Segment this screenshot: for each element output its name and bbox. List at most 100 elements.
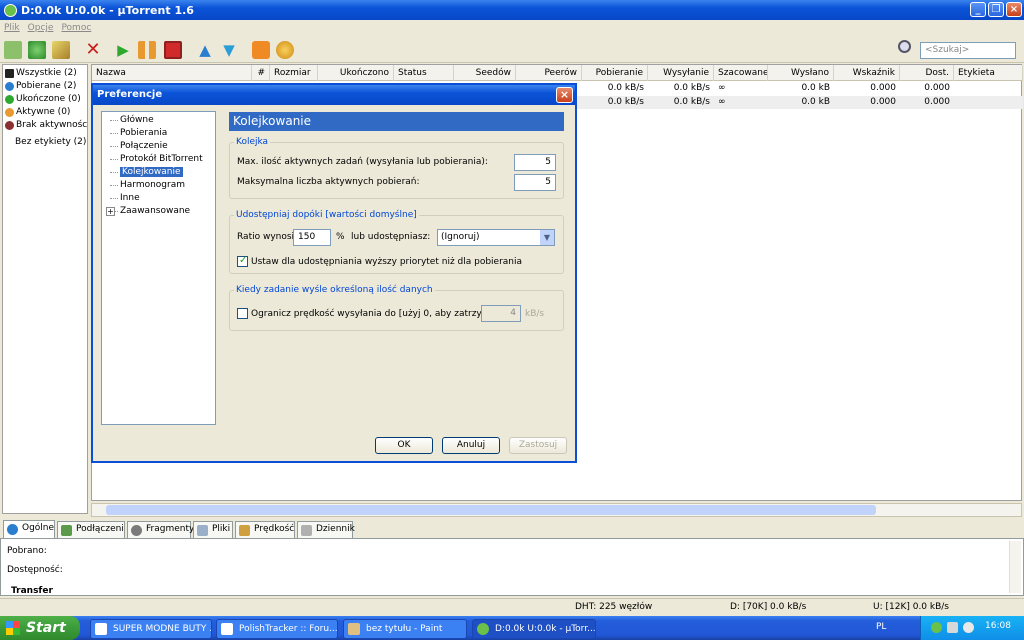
search-icon[interactable]: [898, 40, 911, 53]
tree-item-queueing[interactable]: Kolejkowanie: [102, 166, 215, 179]
tab-peers[interactable]: Podłączeni: [57, 521, 125, 538]
tab-pieces[interactable]: Fragmenty: [127, 521, 194, 538]
col-number[interactable]: #: [252, 65, 270, 81]
max-active-input[interactable]: 5: [514, 154, 556, 171]
add-torrent-icon[interactable]: [4, 41, 22, 59]
close-button[interactable]: ×: [1006, 2, 1022, 17]
col-status[interactable]: Status: [394, 65, 454, 81]
remove-icon[interactable]: ✕: [84, 41, 102, 59]
move-down-icon[interactable]: ▼: [220, 41, 238, 59]
tab-log[interactable]: Dziennik: [297, 521, 355, 538]
apply-button[interactable]: Zastosuj: [509, 437, 567, 454]
system-tray: 16:08: [920, 616, 1024, 640]
start-button[interactable]: Start: [0, 616, 80, 640]
sidebar-item-all[interactable]: Wszystkie (2): [3, 67, 87, 80]
start-icon[interactable]: ▶: [114, 41, 132, 59]
ratio-label: Ratio wynosi:: [237, 232, 298, 242]
menu-opcje[interactable]: Opcje: [28, 23, 54, 33]
inactive-icon: [5, 121, 14, 130]
add-url-icon[interactable]: [28, 41, 46, 59]
tree-item-downloads[interactable]: Pobierania: [102, 127, 215, 140]
col-name[interactable]: Nazwa: [92, 65, 252, 81]
max-downloads-label: Maksymalna liczba aktywnych pobierań:: [237, 177, 420, 187]
col-availability[interactable]: Dost.: [900, 65, 954, 81]
section-title: Kolejkowanie: [229, 112, 564, 131]
taskbar-item-paint[interactable]: bez tytułu - Paint: [343, 619, 467, 639]
menu-plik[interactable]: Plik: [4, 23, 20, 33]
download-status: D: [70K] 0.0 kB/s: [730, 602, 807, 612]
sidebar-item-completed[interactable]: Ukończone (0): [3, 93, 87, 106]
sidebar-item-downloading[interactable]: Pobierane (2): [3, 80, 87, 93]
pieces-icon: [131, 525, 142, 536]
col-size[interactable]: Rozmiar: [270, 65, 318, 81]
language-indicator[interactable]: PL: [876, 622, 886, 632]
maximize-button[interactable]: ❐: [988, 2, 1004, 17]
files-icon: [197, 525, 208, 536]
taskbar-item-utorrent[interactable]: D:0.0k U:0.0k - µTorr...: [472, 619, 596, 639]
col-ratio[interactable]: Wskaźnik: [834, 65, 900, 81]
search-input[interactable]: <Szukaj>: [920, 42, 1016, 59]
list-header: Nazwa # Rozmiar Ukończono Status Seedów …: [92, 65, 1023, 81]
taskbar-item-browser1[interactable]: SUPER MODNE BUTY ...: [90, 619, 212, 639]
create-torrent-icon[interactable]: [52, 41, 70, 59]
tree-item-scheduler[interactable]: Harmonogram: [102, 179, 215, 192]
select-value: (Ignoruj): [441, 232, 480, 242]
col-up-speed[interactable]: Wysyłanie: [648, 65, 714, 81]
tab-speed[interactable]: Prędkość: [235, 521, 295, 538]
seeding-time-select[interactable]: (Ignoruj) ▼: [437, 229, 555, 246]
tray-icon[interactable]: [947, 622, 958, 633]
row-down-speed: 0.0 kB/s: [607, 83, 644, 93]
tray-utorrent-icon[interactable]: [931, 622, 942, 633]
upload-limit-unit: kB/s: [525, 309, 545, 319]
rss-icon[interactable]: [252, 41, 270, 59]
horizontal-scrollbar[interactable]: [91, 503, 1022, 517]
col-uploaded[interactable]: Wysłano: [768, 65, 834, 81]
percent-label: %: [336, 232, 345, 242]
ok-button[interactable]: OK: [375, 437, 433, 454]
col-eta[interactable]: Szacowane: [714, 65, 768, 81]
taskbar-item-browser2[interactable]: PolishTracker :: Foru...: [216, 619, 338, 639]
preferences-gear-icon[interactable]: [276, 41, 294, 59]
minimize-button[interactable]: _: [970, 2, 986, 17]
tray-volume-icon[interactable]: [963, 622, 974, 633]
sidebar-item-inactive[interactable]: Brak aktywności (2): [3, 119, 87, 132]
or-seeding-label: lub udostępniasz:: [351, 232, 431, 242]
tree-item-bittorrent[interactable]: Protokół BitTorrent: [102, 153, 215, 166]
panel-scrollbar[interactable]: [1009, 541, 1021, 593]
chevron-down-icon[interactable]: ▼: [540, 230, 554, 245]
scrollbar-thumb[interactable]: [106, 505, 876, 515]
expand-icon[interactable]: +: [106, 207, 115, 216]
priority-checkbox[interactable]: [237, 255, 248, 267]
sidebar-item-active[interactable]: Aktywne (0): [3, 106, 87, 119]
row-availability: 0.000: [924, 97, 950, 107]
browser-icon: [221, 623, 233, 635]
menu-pomoc[interactable]: Pomoc: [61, 23, 91, 33]
tree-item-advanced[interactable]: + Zaawansowane: [102, 205, 215, 218]
pause-icon[interactable]: [138, 41, 156, 59]
col-down-speed[interactable]: Pobieranie: [582, 65, 648, 81]
window-title-bar: D:0.0k U:0.0k - µTorrent 1.6 _ ❐ ×: [0, 0, 1024, 20]
max-downloads-input[interactable]: 5: [514, 174, 556, 191]
sidebar-item-no-label[interactable]: Bez etykiety (2): [3, 136, 87, 149]
tree-item-general[interactable]: Główne: [102, 114, 215, 127]
dialog-close-button[interactable]: ×: [556, 87, 573, 103]
upload-limit-input[interactable]: 4: [481, 305, 521, 322]
tree-item-connection[interactable]: Połączenie: [102, 140, 215, 153]
row-uploaded: 0.0 kB: [801, 97, 830, 107]
tab-files[interactable]: Pliki: [193, 521, 233, 538]
ratio-input[interactable]: 150: [293, 229, 331, 246]
tab-general[interactable]: Ogólne: [3, 520, 55, 539]
completed-icon: [5, 95, 14, 104]
col-seeds[interactable]: Seedów: [454, 65, 516, 81]
clock[interactable]: 16:08: [985, 621, 1011, 631]
move-up-icon[interactable]: ▲: [196, 41, 214, 59]
utorrent-icon: [4, 3, 17, 17]
stop-icon[interactable]: [164, 41, 182, 59]
cancel-button[interactable]: Anuluj: [442, 437, 500, 454]
upload-limit-label: Ogranicz prędkość wysyłania do [użyj 0, …: [251, 309, 508, 319]
upload-limit-checkbox[interactable]: [237, 308, 248, 319]
col-peers[interactable]: Peerów: [516, 65, 582, 81]
col-label[interactable]: Etykieta: [954, 65, 1023, 81]
col-done[interactable]: Ukończono: [318, 65, 394, 81]
tree-item-other[interactable]: Inne: [102, 192, 215, 205]
